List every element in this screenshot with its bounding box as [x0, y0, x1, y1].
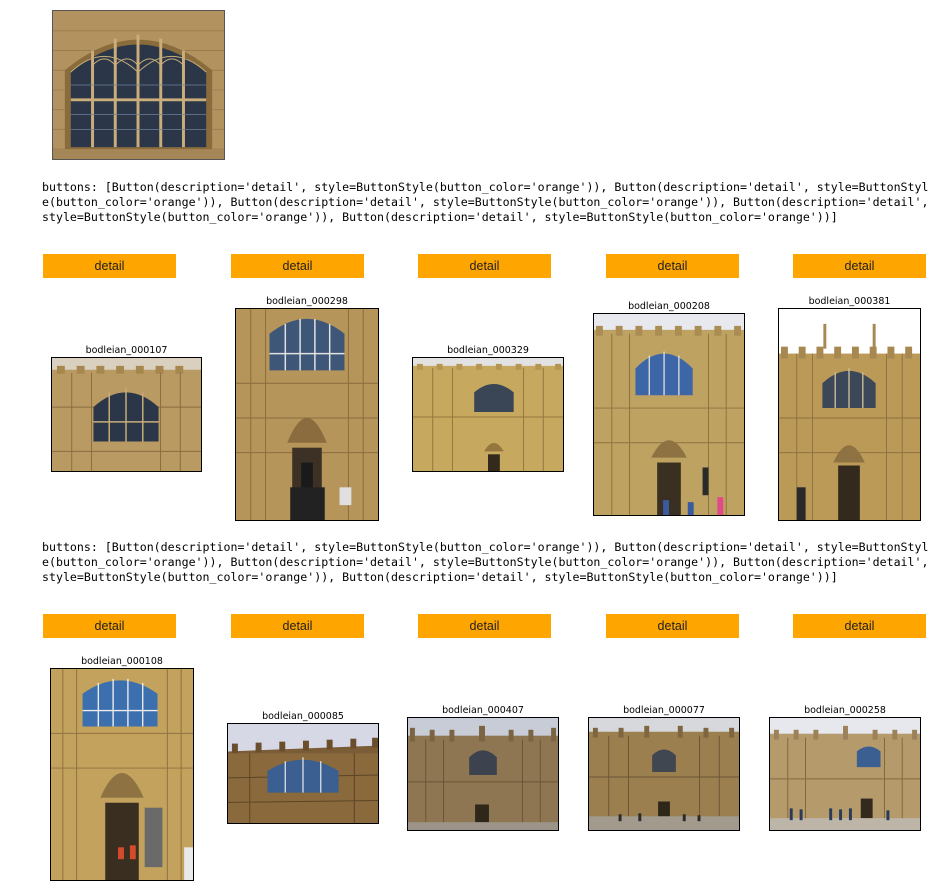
- image-caption: bodleian_000329: [447, 345, 529, 356]
- result-image: [51, 357, 202, 472]
- image-caption: bodleian_000258: [804, 705, 886, 716]
- result-image: [235, 308, 379, 521]
- detail-button[interactable]: detail: [606, 254, 739, 278]
- result-image: [412, 357, 564, 472]
- detail-button[interactable]: detail: [418, 614, 551, 638]
- image-caption: bodleian_000085: [262, 711, 344, 722]
- result-image: [50, 668, 194, 881]
- detail-button[interactable]: detail: [231, 254, 364, 278]
- result-image: [769, 717, 921, 831]
- image-caption: bodleian_000298: [266, 296, 348, 307]
- image-caption: bodleian_000107: [85, 345, 168, 356]
- result-image: [588, 717, 740, 831]
- detail-button[interactable]: detail: [231, 614, 364, 638]
- result-image: [227, 723, 379, 824]
- detail-button[interactable]: detail: [793, 614, 926, 638]
- detail-button[interactable]: detail: [43, 614, 176, 638]
- detail-button[interactable]: detail: [793, 254, 926, 278]
- buttons-repr-output: buttons: [Button(description='detail', s…: [42, 180, 936, 224]
- result-image: [778, 308, 921, 521]
- image-caption: bodleian_000077: [623, 705, 705, 716]
- detail-button[interactable]: detail: [606, 614, 739, 638]
- image-caption: bodleian_000381: [808, 296, 891, 307]
- image-caption: bodleian_000208: [628, 301, 710, 312]
- query-image: [52, 10, 225, 160]
- image-caption: bodleian_000108: [81, 656, 163, 667]
- detail-button[interactable]: detail: [43, 254, 176, 278]
- buttons-repr-output: buttons: [Button(description='detail', s…: [42, 540, 936, 584]
- detail-button[interactable]: detail: [418, 254, 551, 278]
- result-image: [593, 313, 745, 516]
- image-caption: bodleian_000407: [442, 705, 524, 716]
- result-image: [407, 717, 559, 831]
